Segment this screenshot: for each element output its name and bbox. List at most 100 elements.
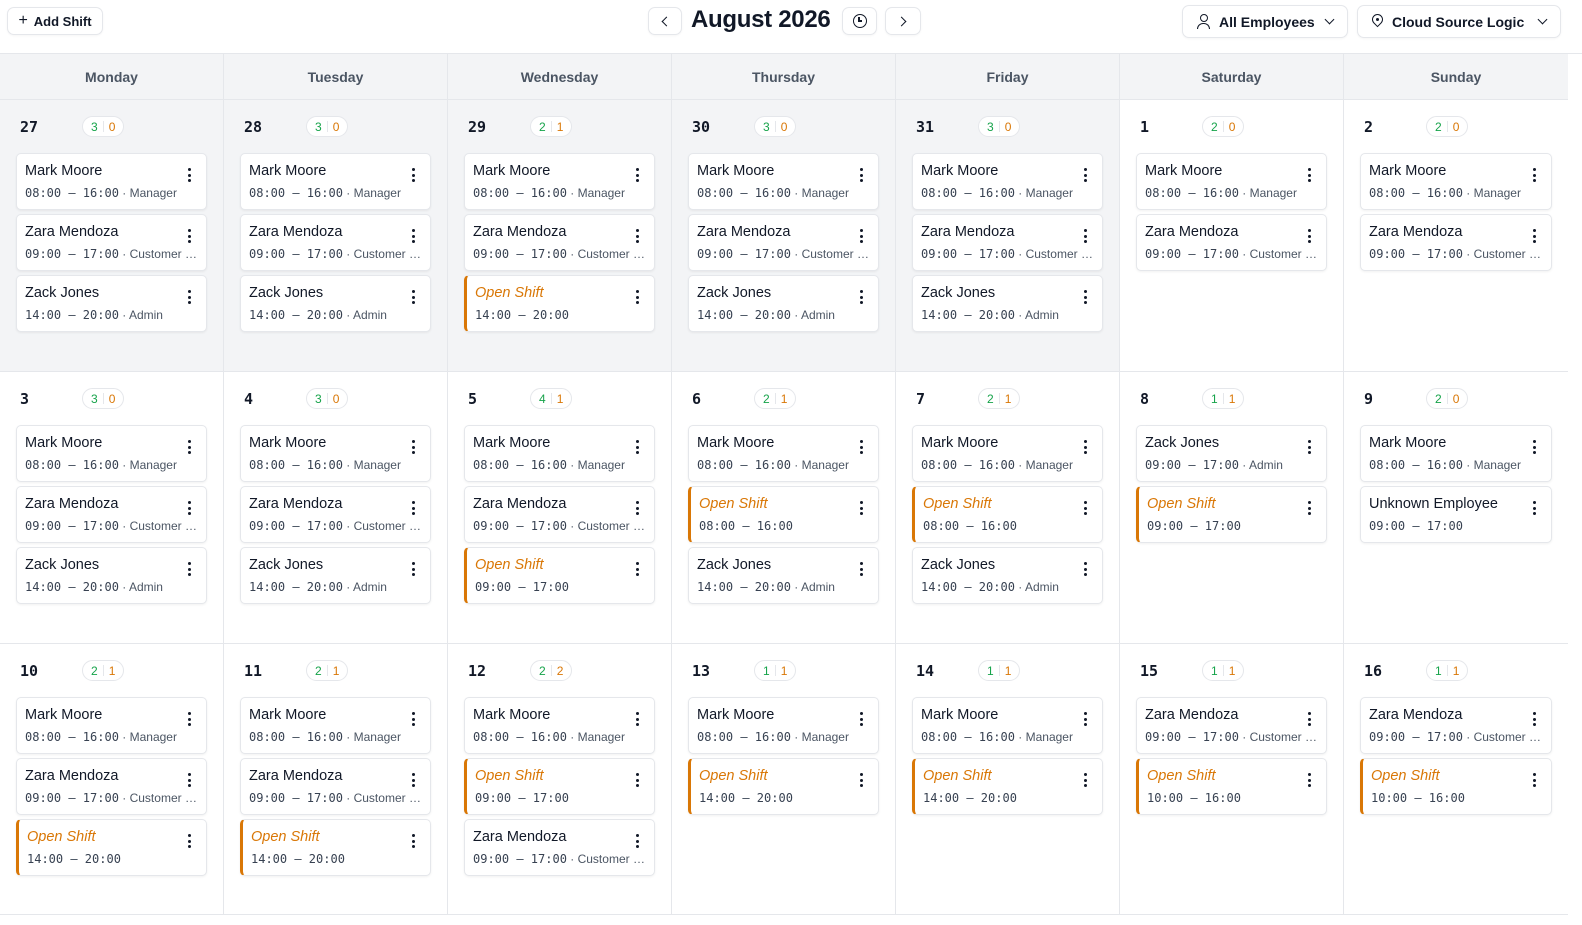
- open-shift-card[interactable]: Open Shift 10:00 – 16:00: [1136, 758, 1327, 815]
- more-options-icon[interactable]: [184, 439, 194, 455]
- day-cell[interactable]: 29 2 1 Mark Moore 08:00 – 16:00 · Manager Zar…: [448, 100, 672, 371]
- shift-card[interactable]: Zara Mendoza 09:00 – 17:00 · Customer Sup…: [240, 214, 431, 271]
- shift-card[interactable]: Zara Mendoza 09:00 – 17:00 · Customer Sup…: [1360, 697, 1552, 754]
- more-options-icon[interactable]: [856, 500, 866, 516]
- more-options-icon[interactable]: [856, 228, 866, 244]
- shift-card[interactable]: Mark Moore 08:00 – 16:00 · Manager: [464, 153, 655, 210]
- day-cell[interactable]: 14 1 1 Mark Moore 08:00 – 16:00 · Manager Ope…: [896, 644, 1120, 914]
- location-filter-select[interactable]: Cloud Source Logic: [1357, 5, 1561, 38]
- more-options-icon[interactable]: [856, 439, 866, 455]
- more-options-icon[interactable]: [1304, 167, 1314, 183]
- more-options-icon[interactable]: [856, 167, 866, 183]
- more-options-icon[interactable]: [408, 833, 418, 849]
- open-shift-card[interactable]: Open Shift 08:00 – 16:00: [912, 486, 1103, 543]
- day-cell[interactable]: 2 2 0 Mark Moore 08:00 – 16:00 · Manager Zara…: [1344, 100, 1568, 371]
- more-options-icon[interactable]: [184, 772, 194, 788]
- shift-card[interactable]: Zara Mendoza 09:00 – 17:00 · Customer Sup…: [912, 214, 1103, 271]
- more-options-icon[interactable]: [408, 772, 418, 788]
- day-cell[interactable]: 6 2 1 Mark Moore 08:00 – 16:00 · Manager Open…: [672, 372, 896, 643]
- more-options-icon[interactable]: [1529, 500, 1539, 516]
- more-options-icon[interactable]: [1080, 711, 1090, 727]
- day-cell[interactable]: 13 1 1 Mark Moore 08:00 – 16:00 · Manager Ope…: [672, 644, 896, 914]
- more-options-icon[interactable]: [1304, 772, 1314, 788]
- more-options-icon[interactable]: [632, 289, 642, 305]
- more-options-icon[interactable]: [632, 228, 642, 244]
- day-cell[interactable]: 3 3 0 Mark Moore 08:00 – 16:00 · Manager Zara…: [0, 372, 224, 643]
- day-cell[interactable]: 8 1 1 Zack Jones 09:00 – 17:00 · Admin Open S…: [1120, 372, 1344, 643]
- open-shift-card[interactable]: Open Shift 09:00 – 17:00: [1136, 486, 1327, 543]
- more-options-icon[interactable]: [1304, 500, 1314, 516]
- add-shift-button[interactable]: + Add Shift: [7, 7, 103, 35]
- shift-card[interactable]: Mark Moore 08:00 – 16:00 · Manager: [16, 697, 207, 754]
- more-options-icon[interactable]: [1080, 167, 1090, 183]
- more-options-icon[interactable]: [1529, 439, 1539, 455]
- shift-card[interactable]: Mark Moore 08:00 – 16:00 · Manager: [464, 425, 655, 482]
- open-shift-card[interactable]: Open Shift 08:00 – 16:00: [688, 486, 879, 543]
- shift-card[interactable]: Mark Moore 08:00 – 16:00 · Manager: [688, 153, 879, 210]
- more-options-icon[interactable]: [1304, 439, 1314, 455]
- shift-card[interactable]: Zara Mendoza 09:00 – 17:00 · Customer Sup…: [1136, 697, 1327, 754]
- day-cell[interactable]: 5 4 1 Mark Moore 08:00 – 16:00 · Manager Zara…: [448, 372, 672, 643]
- more-options-icon[interactable]: [632, 711, 642, 727]
- day-cell[interactable]: 31 3 0 Mark Moore 08:00 – 16:00 · Manager Zar…: [896, 100, 1120, 371]
- shift-card[interactable]: Zara Mendoza 09:00 – 17:00 · Customer Sup…: [464, 819, 655, 876]
- more-options-icon[interactable]: [632, 833, 642, 849]
- more-options-icon[interactable]: [1304, 228, 1314, 244]
- today-button[interactable]: [842, 7, 877, 35]
- shift-card[interactable]: Mark Moore 08:00 – 16:00 · Manager: [16, 153, 207, 210]
- day-cell[interactable]: 10 2 1 Mark Moore 08:00 – 16:00 · Manager Zar…: [0, 644, 224, 914]
- day-cell[interactable]: 15 1 1 Zara Mendoza 09:00 – 17:00 · Customer…: [1120, 644, 1344, 914]
- shift-card[interactable]: Zara Mendoza 09:00 – 17:00 · Customer Sup…: [240, 758, 431, 815]
- shift-card[interactable]: Zara Mendoza 09:00 – 17:00 · Customer Sup…: [16, 214, 207, 271]
- more-options-icon[interactable]: [1080, 561, 1090, 577]
- shift-card[interactable]: Mark Moore 08:00 – 16:00 · Manager: [688, 697, 879, 754]
- open-shift-card[interactable]: Open Shift 14:00 – 20:00: [240, 819, 431, 876]
- more-options-icon[interactable]: [1080, 500, 1090, 516]
- shift-card[interactable]: Zara Mendoza 09:00 – 17:00 · Customer Sup…: [1136, 214, 1327, 271]
- more-options-icon[interactable]: [856, 561, 866, 577]
- shift-card[interactable]: Zara Mendoza 09:00 – 17:00 · Customer Sup…: [464, 486, 655, 543]
- more-options-icon[interactable]: [408, 228, 418, 244]
- open-shift-card[interactable]: Open Shift 14:00 – 20:00: [464, 275, 655, 332]
- open-shift-card[interactable]: Open Shift 09:00 – 17:00: [464, 547, 655, 604]
- shift-card[interactable]: Zack Jones 14:00 – 20:00 · Admin: [16, 547, 207, 604]
- day-cell[interactable]: 1 2 0 Mark Moore 08:00 – 16:00 · Manager Zara…: [1120, 100, 1344, 371]
- more-options-icon[interactable]: [1080, 772, 1090, 788]
- shift-card[interactable]: Zara Mendoza 09:00 – 17:00 · Customer Sup…: [688, 214, 879, 271]
- shift-card[interactable]: Mark Moore 08:00 – 16:00 · Manager: [240, 425, 431, 482]
- more-options-icon[interactable]: [408, 289, 418, 305]
- day-cell[interactable]: 27 3 0 Mark Moore 08:00 – 16:00 · Manager Zar…: [0, 100, 224, 371]
- more-options-icon[interactable]: [1080, 228, 1090, 244]
- employee-filter-select[interactable]: All Employees: [1182, 5, 1348, 38]
- open-shift-card[interactable]: Open Shift 14:00 – 20:00: [912, 758, 1103, 815]
- shift-card[interactable]: Zack Jones 14:00 – 20:00 · Admin: [912, 275, 1103, 332]
- open-shift-card[interactable]: Open Shift 14:00 – 20:00: [688, 758, 879, 815]
- more-options-icon[interactable]: [632, 561, 642, 577]
- more-options-icon[interactable]: [632, 439, 642, 455]
- open-shift-card[interactable]: Open Shift 14:00 – 20:00: [16, 819, 207, 876]
- shift-card[interactable]: Zack Jones 14:00 – 20:00 · Admin: [16, 275, 207, 332]
- more-options-icon[interactable]: [184, 833, 194, 849]
- shift-card[interactable]: Zack Jones 14:00 – 20:00 · Admin: [688, 275, 879, 332]
- shift-card[interactable]: Zara Mendoza 09:00 – 17:00 · Customer Sup…: [16, 486, 207, 543]
- more-options-icon[interactable]: [184, 289, 194, 305]
- more-options-icon[interactable]: [1304, 711, 1314, 727]
- shift-card[interactable]: Mark Moore 08:00 – 16:00 · Manager: [240, 153, 431, 210]
- shift-card[interactable]: Zack Jones 14:00 – 20:00 · Admin: [240, 547, 431, 604]
- more-options-icon[interactable]: [632, 772, 642, 788]
- shift-card[interactable]: Zara Mendoza 09:00 – 17:00 · Customer Sup…: [1360, 214, 1552, 271]
- shift-card[interactable]: Mark Moore 08:00 – 16:00 · Manager: [912, 697, 1103, 754]
- shift-card[interactable]: Unknown Employee 09:00 – 17:00: [1360, 486, 1552, 543]
- next-month-button[interactable]: [885, 7, 921, 35]
- more-options-icon[interactable]: [408, 500, 418, 516]
- more-options-icon[interactable]: [856, 289, 866, 305]
- shift-card[interactable]: Zack Jones 14:00 – 20:00 · Admin: [240, 275, 431, 332]
- day-cell[interactable]: 4 3 0 Mark Moore 08:00 – 16:00 · Manager Zara…: [224, 372, 448, 643]
- shift-card[interactable]: Zara Mendoza 09:00 – 17:00 · Customer Sup…: [16, 758, 207, 815]
- day-cell[interactable]: 16 1 1 Zara Mendoza 09:00 – 17:00 · Customer…: [1344, 644, 1568, 914]
- more-options-icon[interactable]: [408, 711, 418, 727]
- more-options-icon[interactable]: [1529, 711, 1539, 727]
- shift-card[interactable]: Mark Moore 08:00 – 16:00 · Manager: [16, 425, 207, 482]
- shift-card[interactable]: Zack Jones 09:00 – 17:00 · Admin: [1136, 425, 1327, 482]
- shift-card[interactable]: Mark Moore 08:00 – 16:00 · Manager: [688, 425, 879, 482]
